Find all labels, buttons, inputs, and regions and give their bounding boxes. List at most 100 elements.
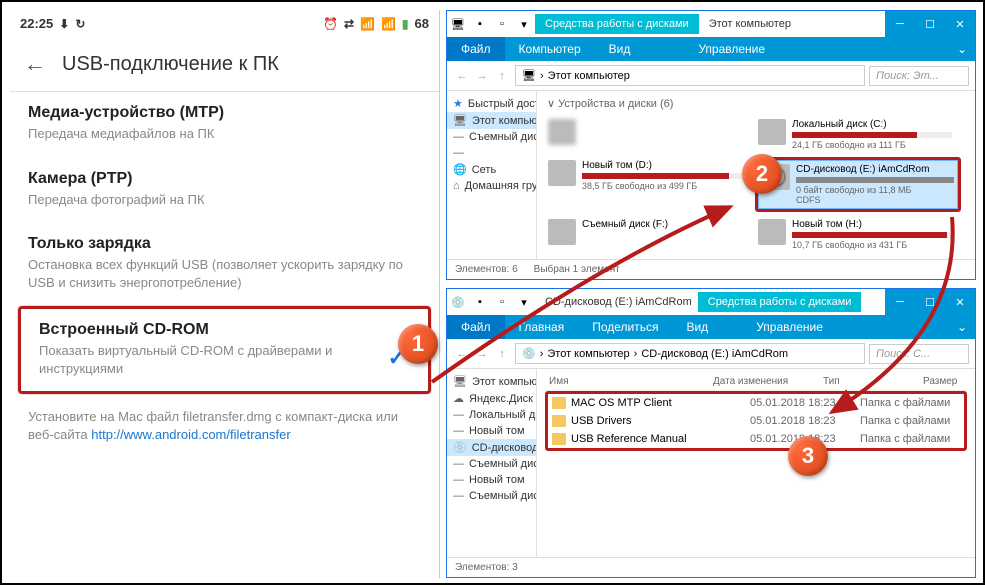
minimize-button[interactable]: ─ (885, 11, 915, 37)
file-row[interactable]: USB Reference Manual 05.01.2018 18:23 Па… (548, 430, 964, 448)
address-bar: ←→↑ 💿 › Этот компьютер › CD-дисковод (E:… (447, 339, 975, 369)
option-desc: Остановка всех функций USB (позволяет ус… (28, 256, 421, 291)
nav-back-icon[interactable]: ← (453, 70, 471, 82)
drive-item[interactable]: CD-дисковод (E:) iAmCdRom 0 байт свободн… (758, 160, 958, 209)
file-name: MAC OS MTP Client (571, 397, 750, 409)
ribbon-tab-manage[interactable]: Управление (684, 37, 779, 61)
sidebar-label: CD-дисковод (472, 442, 537, 454)
drive-item[interactable] (545, 116, 745, 153)
ribbon-tab-home[interactable]: Главная (505, 315, 579, 339)
sidebar-item[interactable]: —Съемный диск (447, 488, 536, 504)
sidebar-item[interactable]: —Съемный диск (447, 129, 536, 145)
sidebar-icon: — (453, 409, 464, 421)
sync-icon: ↻ (75, 17, 85, 31)
file-type: Папка с файлами (860, 415, 960, 427)
option-charge[interactable]: Только зарядка Остановка всех функций US… (10, 223, 439, 306)
close-button[interactable]: ✕ (945, 289, 975, 315)
ribbon-file[interactable]: Файл (447, 315, 505, 339)
address-path[interactable]: 💿 › Этот компьютер › CD-дисковод (E:) iA… (515, 343, 865, 364)
qat-icon[interactable]: ▫ (491, 13, 513, 35)
sidebar-item[interactable]: —Локальный диск (447, 407, 536, 423)
address-path[interactable]: 🖥 › Этот компьютер (515, 65, 865, 86)
address-bar: ←→↑ 🖥 › Этот компьютер Поиск: Эт... (447, 61, 975, 91)
ribbon-tab-view[interactable]: Вид (672, 315, 722, 339)
sidebar-item[interactable]: —Новый том (447, 423, 536, 439)
column-headers[interactable]: Имя Дата изменения Тип Размер (545, 373, 967, 391)
option-mtp[interactable]: Медиа-устройство (MTP) Передача медиафай… (10, 92, 439, 158)
maximize-button[interactable]: ☐ (915, 289, 945, 315)
drive-item[interactable]: Новый том (H:) 10,7 ГБ свободно из 431 Г… (755, 216, 955, 253)
status-bar: Элементов: 3 (447, 557, 975, 577)
nav-up-icon[interactable]: ↑ (493, 348, 511, 360)
option-ptp[interactable]: Камера (PTP) Передача фотографий на ПК (10, 158, 439, 224)
page-title: USB-подключение к ПК (62, 53, 279, 76)
drive-sub: 10,7 ГБ свободно из 431 ГБ (792, 240, 952, 250)
drive-name: Съемный диск (F:) (582, 219, 742, 230)
sidebar-item[interactable]: 🖥Этот компьютер (447, 112, 536, 129)
sidebar-item[interactable]: 🖥Этот компьютер (447, 373, 536, 390)
close-button[interactable]: ✕ (945, 11, 975, 37)
step-marker-2: 2 (742, 154, 782, 194)
option-cdrom[interactable]: Встроенный CD-ROM Показать виртуальный C… (18, 306, 431, 394)
drive-item[interactable]: Новый том (D:) 38,5 ГБ свободно из 499 Г… (545, 157, 745, 212)
drive-name: Новый том (D:) (582, 160, 742, 171)
drive-item[interactable]: Съемный диск (F:) (545, 216, 745, 253)
qat-icon[interactable]: ▫ (491, 291, 513, 313)
search-input[interactable]: Поиск: Эт... (869, 66, 969, 86)
ribbon-tab-share[interactable]: Поделиться (578, 315, 672, 339)
sidebar-label: Съемный диск (469, 490, 537, 502)
ribbon-expand-icon[interactable]: ⌄ (949, 42, 975, 56)
file-date: 05.01.2018 18:23 (750, 397, 860, 409)
minimize-button[interactable]: ─ (885, 289, 915, 315)
sidebar-item[interactable]: —Съемный диск (447, 456, 536, 472)
sidebar-label: Быстрый доступ (468, 98, 537, 110)
drive-item[interactable]: Локальный диск (C:) 24,1 ГБ свободно из … (755, 116, 955, 153)
qat-icon[interactable]: ▪ (469, 291, 491, 313)
drive-sub: 0 байт свободно из 11,8 МБCDFS (796, 185, 954, 205)
window-title: CD-дисковод (E:) iAmCdRom (535, 296, 698, 308)
qat-icon[interactable]: ▪ (469, 13, 491, 35)
sidebar-icon: ☁ (453, 392, 464, 405)
ribbon-file[interactable]: Файл (447, 37, 505, 61)
window-title: Этот компьютер (699, 18, 885, 30)
qat-dropdown-icon[interactable]: ▾ (513, 13, 535, 35)
ribbon-tab-view[interactable]: Вид (595, 37, 645, 61)
maximize-button[interactable]: ☐ (915, 11, 945, 37)
back-icon[interactable]: ← (24, 51, 46, 77)
app-icon[interactable]: 🖥 (447, 13, 469, 35)
ribbon-tab-manage[interactable]: Управление (742, 315, 837, 339)
sidebar-item[interactable]: 🌐Сеть (447, 161, 536, 178)
sidebar: ★Быстрый доступ🖥Этот компьютер—Съемный д… (447, 91, 537, 259)
sidebar-item[interactable]: ☁Яндекс.Диск (447, 390, 536, 407)
sidebar-item[interactable]: ⌂Домашняя группа (447, 178, 536, 194)
app-icon[interactable]: 💿 (447, 291, 469, 313)
pc-icon: 💿 (522, 347, 536, 360)
ribbon-tab-computer[interactable]: Компьютер (505, 37, 595, 61)
nav-fwd-icon[interactable]: → (473, 348, 491, 360)
hint-link[interactable]: http://www.android.com/filetransfer (91, 427, 290, 442)
option-desc: Передача медиафайлов на ПК (28, 125, 421, 143)
sidebar-item[interactable]: —Новый том (447, 472, 536, 488)
battery-icon: ▮ (402, 17, 409, 31)
file-row[interactable]: MAC OS MTP Client 05.01.2018 18:23 Папка… (548, 394, 964, 412)
sidebar-label: Этот компьютер (472, 376, 537, 388)
nav-back-icon[interactable]: ← (453, 348, 471, 360)
drive-icon (758, 219, 786, 245)
sidebar-label: Домашняя группа (465, 180, 537, 192)
qat-dropdown-icon[interactable]: ▾ (513, 291, 535, 313)
contextual-tools: Средства работы с дисками (535, 14, 699, 34)
nav-up-icon[interactable]: ↑ (493, 70, 511, 82)
drive-sub: 38,5 ГБ свободно из 499 ГБ (582, 181, 742, 191)
sidebar-item[interactable]: 💿CD-дисковод (447, 439, 536, 456)
alarm-icon: ⏰ (323, 17, 338, 31)
status-bar: 22:25 ⬇ ↻ ⏰ ⇄ 📶 📶 ▮ 68 (10, 10, 439, 37)
drive-name: Новый том (H:) (792, 219, 952, 230)
search-input[interactable]: Поиск: C... (869, 344, 969, 364)
contextual-tools: Средства работы с дисками (698, 292, 862, 312)
ribbon-expand-icon[interactable]: ⌄ (949, 320, 975, 334)
sidebar-item[interactable]: — (447, 145, 536, 161)
file-row[interactable]: USB Drivers 05.01.2018 18:23 Папка с фай… (548, 412, 964, 430)
nav-fwd-icon[interactable]: → (473, 70, 491, 82)
sidebar-icon: — (453, 131, 464, 143)
sidebar-item[interactable]: ★Быстрый доступ (447, 95, 536, 112)
